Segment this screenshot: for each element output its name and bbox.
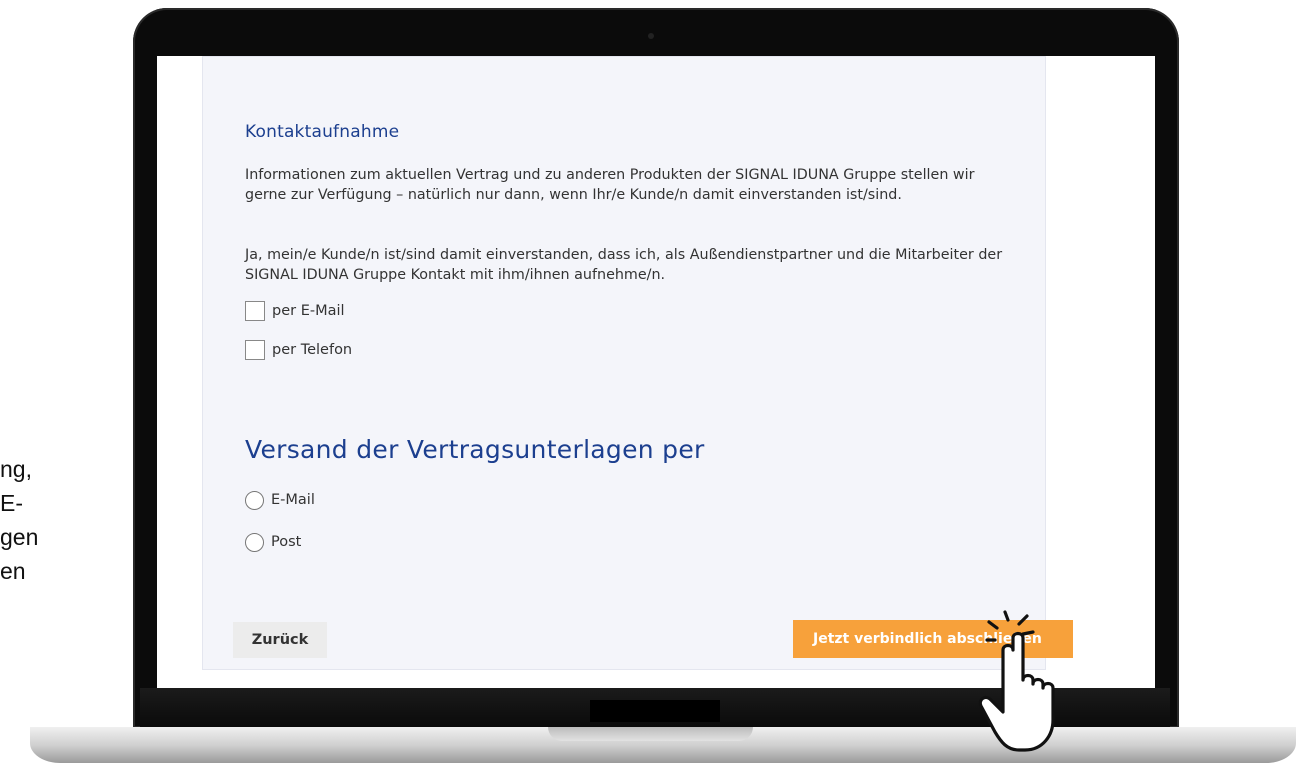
back-button[interactable]: Zurück: [233, 622, 327, 658]
shipping-section-title: Versand der Vertragsunterlagen per: [245, 435, 705, 464]
laptop-notch: [548, 727, 753, 741]
shipping-email-label[interactable]: E-Mail: [271, 492, 315, 508]
shipping-post-label[interactable]: Post: [271, 534, 301, 550]
hand-pointer-icon: [978, 610, 1055, 752]
shipping-post-option[interactable]: Post: [245, 531, 301, 553]
screen: Kontaktaufnahme Informationen zum aktuel…: [157, 56, 1155, 688]
email-consent-option[interactable]: per E-Mail: [245, 300, 345, 322]
shipping-email-option[interactable]: E-Mail: [245, 489, 315, 511]
camera-icon: [648, 33, 654, 39]
phone-consent-checkbox[interactable]: [245, 340, 265, 360]
email-consent-label[interactable]: per E-Mail: [272, 303, 345, 319]
email-consent-checkbox[interactable]: [245, 301, 265, 321]
contact-consent-text: Ja, mein/e Kunde/n ist/sind damit einver…: [245, 247, 1003, 283]
form-panel: Kontaktaufnahme Informationen zum aktuel…: [202, 56, 1073, 670]
phone-consent-label[interactable]: per Telefon: [272, 342, 352, 358]
shipping-post-radio[interactable]: [245, 532, 264, 552]
phone-consent-option[interactable]: per Telefon: [245, 339, 352, 361]
laptop-hinge: [590, 700, 720, 722]
contact-info-text: Informationen zum aktuellen Vertrag und …: [245, 167, 975, 203]
contact-section-title: Kontaktaufnahme: [245, 122, 400, 142]
shipping-email-radio[interactable]: [245, 490, 264, 510]
